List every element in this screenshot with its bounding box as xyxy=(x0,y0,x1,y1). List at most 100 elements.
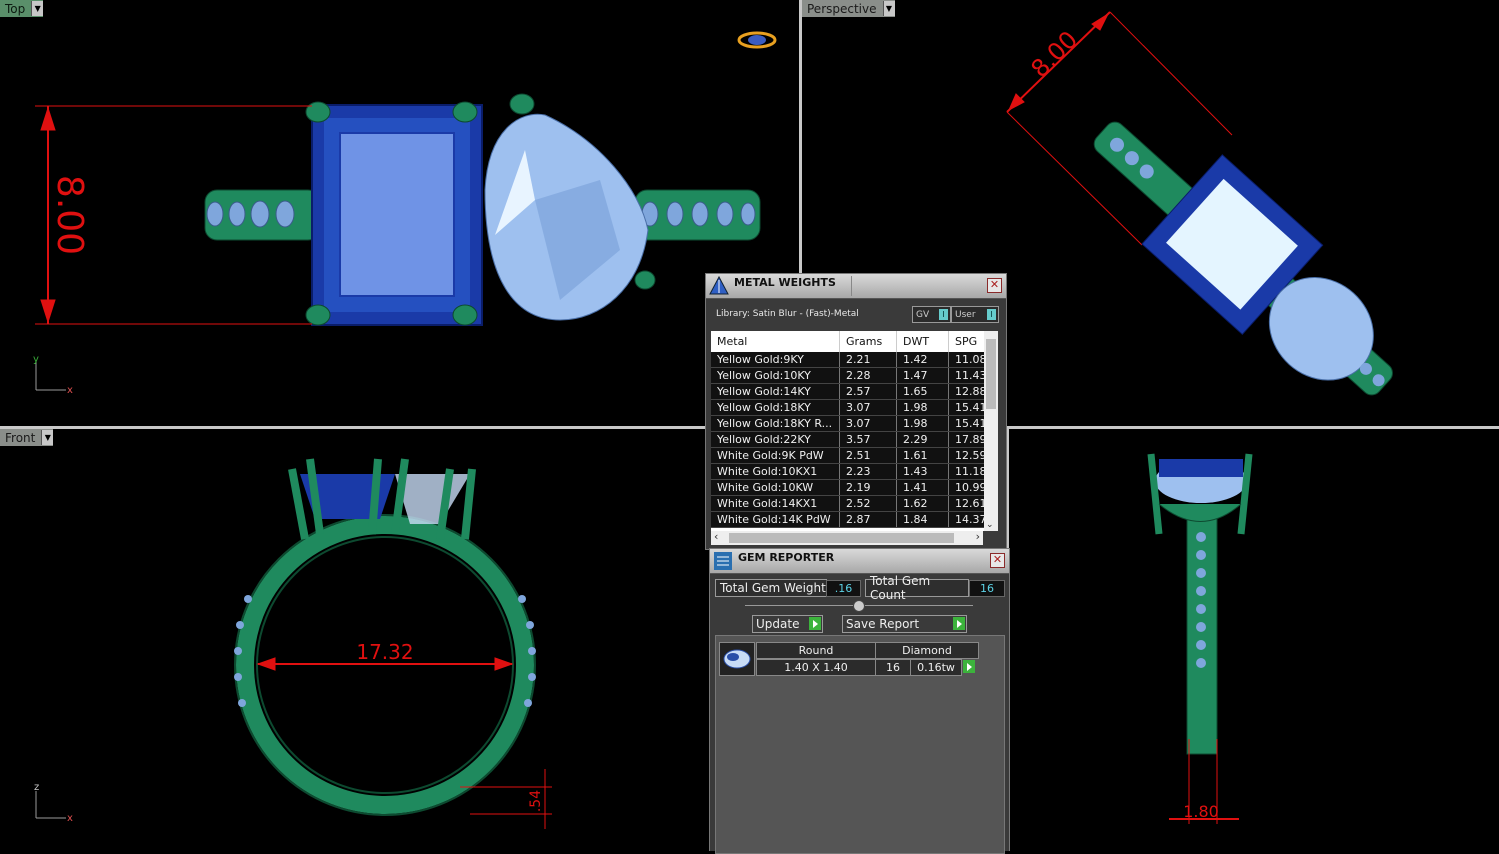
table-cell: Yellow Gold:14KY xyxy=(711,383,840,400)
viewport-tab-front[interactable]: Front ▼ xyxy=(0,429,54,446)
table-cell: Yellow Gold:18KY xyxy=(711,399,840,416)
table-row[interactable]: White Gold:10KX1 2.23 1.43 11.18 xyxy=(711,463,996,480)
total-gem-weight-label: Total Gem Weight xyxy=(715,579,827,597)
table-row[interactable]: White Gold:14KX1 2.52 1.62 12.61 xyxy=(711,495,996,512)
chevron-left-icon[interactable]: ‹ xyxy=(714,530,718,543)
total-gem-count-value: 16 xyxy=(969,580,1005,597)
chevron-down-icon[interactable]: ▼ xyxy=(882,1,895,16)
gem-slider[interactable] xyxy=(745,600,973,612)
total-gem-count-label: Total Gem Count xyxy=(865,574,969,602)
metal-weights-title: METAL WEIGHTS xyxy=(734,276,836,289)
table-cell: 2.28 xyxy=(839,367,897,384)
table-cell: Yellow Gold:18KY R... xyxy=(711,415,840,432)
table-cell: 1.41 xyxy=(896,479,949,496)
table-cell: 1.62 xyxy=(896,495,949,512)
chevron-down-icon[interactable]: ⌄ xyxy=(986,520,994,530)
save-report-button[interactable]: Save Report xyxy=(842,615,967,633)
table-cell: White Gold:10KW xyxy=(711,479,840,496)
top-dimension-label: 8.00 xyxy=(49,175,90,255)
table-row[interactable]: White Gold:9K PdW 2.51 1.61 12.59 xyxy=(711,447,996,464)
table-cell: 3.07 xyxy=(839,415,897,432)
front-inner-dimension-label: 17.32 xyxy=(356,640,413,664)
table-cell: 2.51 xyxy=(839,447,897,464)
table-cell: 2.52 xyxy=(839,495,897,512)
table-row[interactable]: Yellow Gold:14KY 2.57 1.65 12.88 xyxy=(711,383,996,400)
table-cell: 1.43 xyxy=(896,463,949,480)
table-cell: 2.19 xyxy=(839,479,897,496)
right-dimension-label: 1.80 xyxy=(1183,802,1219,821)
table-cell: 1.61 xyxy=(896,447,949,464)
vertical-scrollbar[interactable]: ⌄ xyxy=(984,331,998,531)
column-header[interactable]: Grams xyxy=(839,331,897,352)
table-cell: 1.42 xyxy=(896,352,949,368)
table-cell: 1.47 xyxy=(896,367,949,384)
table-row[interactable]: Yellow Gold:18KY 3.07 1.98 15.41 xyxy=(711,399,996,416)
table-cell: Yellow Gold:9KY xyxy=(711,352,840,368)
horizontal-scrollbar[interactable]: ‹ › xyxy=(711,530,983,545)
table-cell: 2.21 xyxy=(839,352,897,368)
gem-size: 1.40 X 1.40 xyxy=(756,659,876,676)
table-row[interactable]: Yellow Gold:9KY 2.21 1.42 11.08 xyxy=(711,352,996,368)
library-label: Library: Satin Blur - (Fast)-Metal xyxy=(716,309,859,319)
table-row[interactable]: White Gold:14K PdW 2.87 1.84 14.37 xyxy=(711,511,996,528)
top-view-model: 8.00 x y xyxy=(33,31,777,396)
close-icon[interactable]: ✕ xyxy=(990,553,1005,568)
table-cell: 2.57 xyxy=(839,383,897,400)
table-cell: 1.65 xyxy=(896,383,949,400)
chevron-down-icon[interactable]: ▼ xyxy=(31,1,44,16)
user-toggle[interactable]: User I xyxy=(951,306,999,323)
chevron-down-icon[interactable]: ▼ xyxy=(41,430,54,445)
play-icon xyxy=(963,660,975,673)
table-cell: White Gold:14K PdW xyxy=(711,511,840,528)
axis-z-label: z xyxy=(34,782,39,793)
column-header[interactable]: DWT xyxy=(896,331,949,352)
list-item[interactable]: Round Diamond 1.40 X 1.40 16 0.16tw xyxy=(719,639,979,676)
gem-detail-button[interactable] xyxy=(961,659,975,675)
perspective-dimension-label: 8.00 xyxy=(1026,26,1084,84)
table-row[interactable]: Yellow Gold:22KY 3.57 2.29 17.89 xyxy=(711,431,996,448)
table-row[interactable]: Yellow Gold:18KY R... 3.07 1.98 15.41 xyxy=(711,415,996,432)
table-row[interactable]: Yellow Gold:10KY 2.28 1.47 11.43 xyxy=(711,367,996,384)
right-view-model: 1.80 xyxy=(1147,453,1253,824)
gem-weight: 0.16tw xyxy=(910,659,962,676)
update-button[interactable]: Update xyxy=(752,615,823,633)
total-gem-weight-value: .16 xyxy=(826,580,861,597)
viewport-top[interactable]: Top ▼ 8.00 x y xyxy=(0,0,799,426)
gem-shape: Round xyxy=(756,642,876,659)
axis-y-label: y xyxy=(33,354,39,365)
table-cell: Yellow Gold:22KY xyxy=(711,431,840,448)
axis-x-label: x xyxy=(67,385,73,396)
table-cell: White Gold:14KX1 xyxy=(711,495,840,512)
table-cell: Yellow Gold:10KY xyxy=(711,367,840,384)
table-cell: 1.98 xyxy=(896,399,949,416)
gv-toggle[interactable]: GV I xyxy=(912,306,951,323)
column-header[interactable]: Metal xyxy=(711,331,840,352)
gem-count: 16 xyxy=(875,659,911,676)
table-row[interactable]: White Gold:10KW 2.19 1.41 10.99 xyxy=(711,479,996,496)
viewport-front[interactable]: Front ▼ 17.32 .54 x z xyxy=(0,429,710,850)
gem-reporter-panel: GEM REPORTER ✕ Total Gem Weight .16 Tota… xyxy=(709,548,1010,854)
front-band-dimension-label: .54 xyxy=(528,790,544,812)
gem-reporter-titlebar[interactable]: GEM REPORTER ✕ xyxy=(710,549,1009,574)
axis-x-label: x xyxy=(67,813,73,824)
metal-weights-titlebar[interactable]: METAL WEIGHTS ✕ xyxy=(706,274,1006,299)
navigation-widget-icon xyxy=(737,31,777,49)
chevron-right-icon[interactable]: › xyxy=(976,530,980,543)
round-diamond-icon xyxy=(723,649,751,669)
gem-material: Diamond xyxy=(875,642,979,659)
table-cell: White Gold:10KX1 xyxy=(711,463,840,480)
table-cell: 1.84 xyxy=(896,511,949,528)
scale-icon xyxy=(709,275,729,295)
table-cell: 1.98 xyxy=(896,415,949,432)
slider-handle[interactable] xyxy=(853,600,865,612)
viewport-right[interactable]: 1.80 xyxy=(1009,429,1499,850)
front-view-model: 17.32 .54 x z xyxy=(34,458,552,829)
table-cell: 3.57 xyxy=(839,431,897,448)
viewport-tab-top[interactable]: Top ▼ xyxy=(0,0,44,17)
close-icon[interactable]: ✕ xyxy=(987,278,1002,293)
gem-thumbnail xyxy=(719,642,755,676)
play-icon xyxy=(953,617,965,630)
viewport-tab-perspective[interactable]: Perspective ▼ xyxy=(802,0,895,17)
table-cell: White Gold:9K PdW xyxy=(711,447,840,464)
metal-weights-panel: METAL WEIGHTS ✕ Library: Satin Blur - (F… xyxy=(705,273,1007,550)
